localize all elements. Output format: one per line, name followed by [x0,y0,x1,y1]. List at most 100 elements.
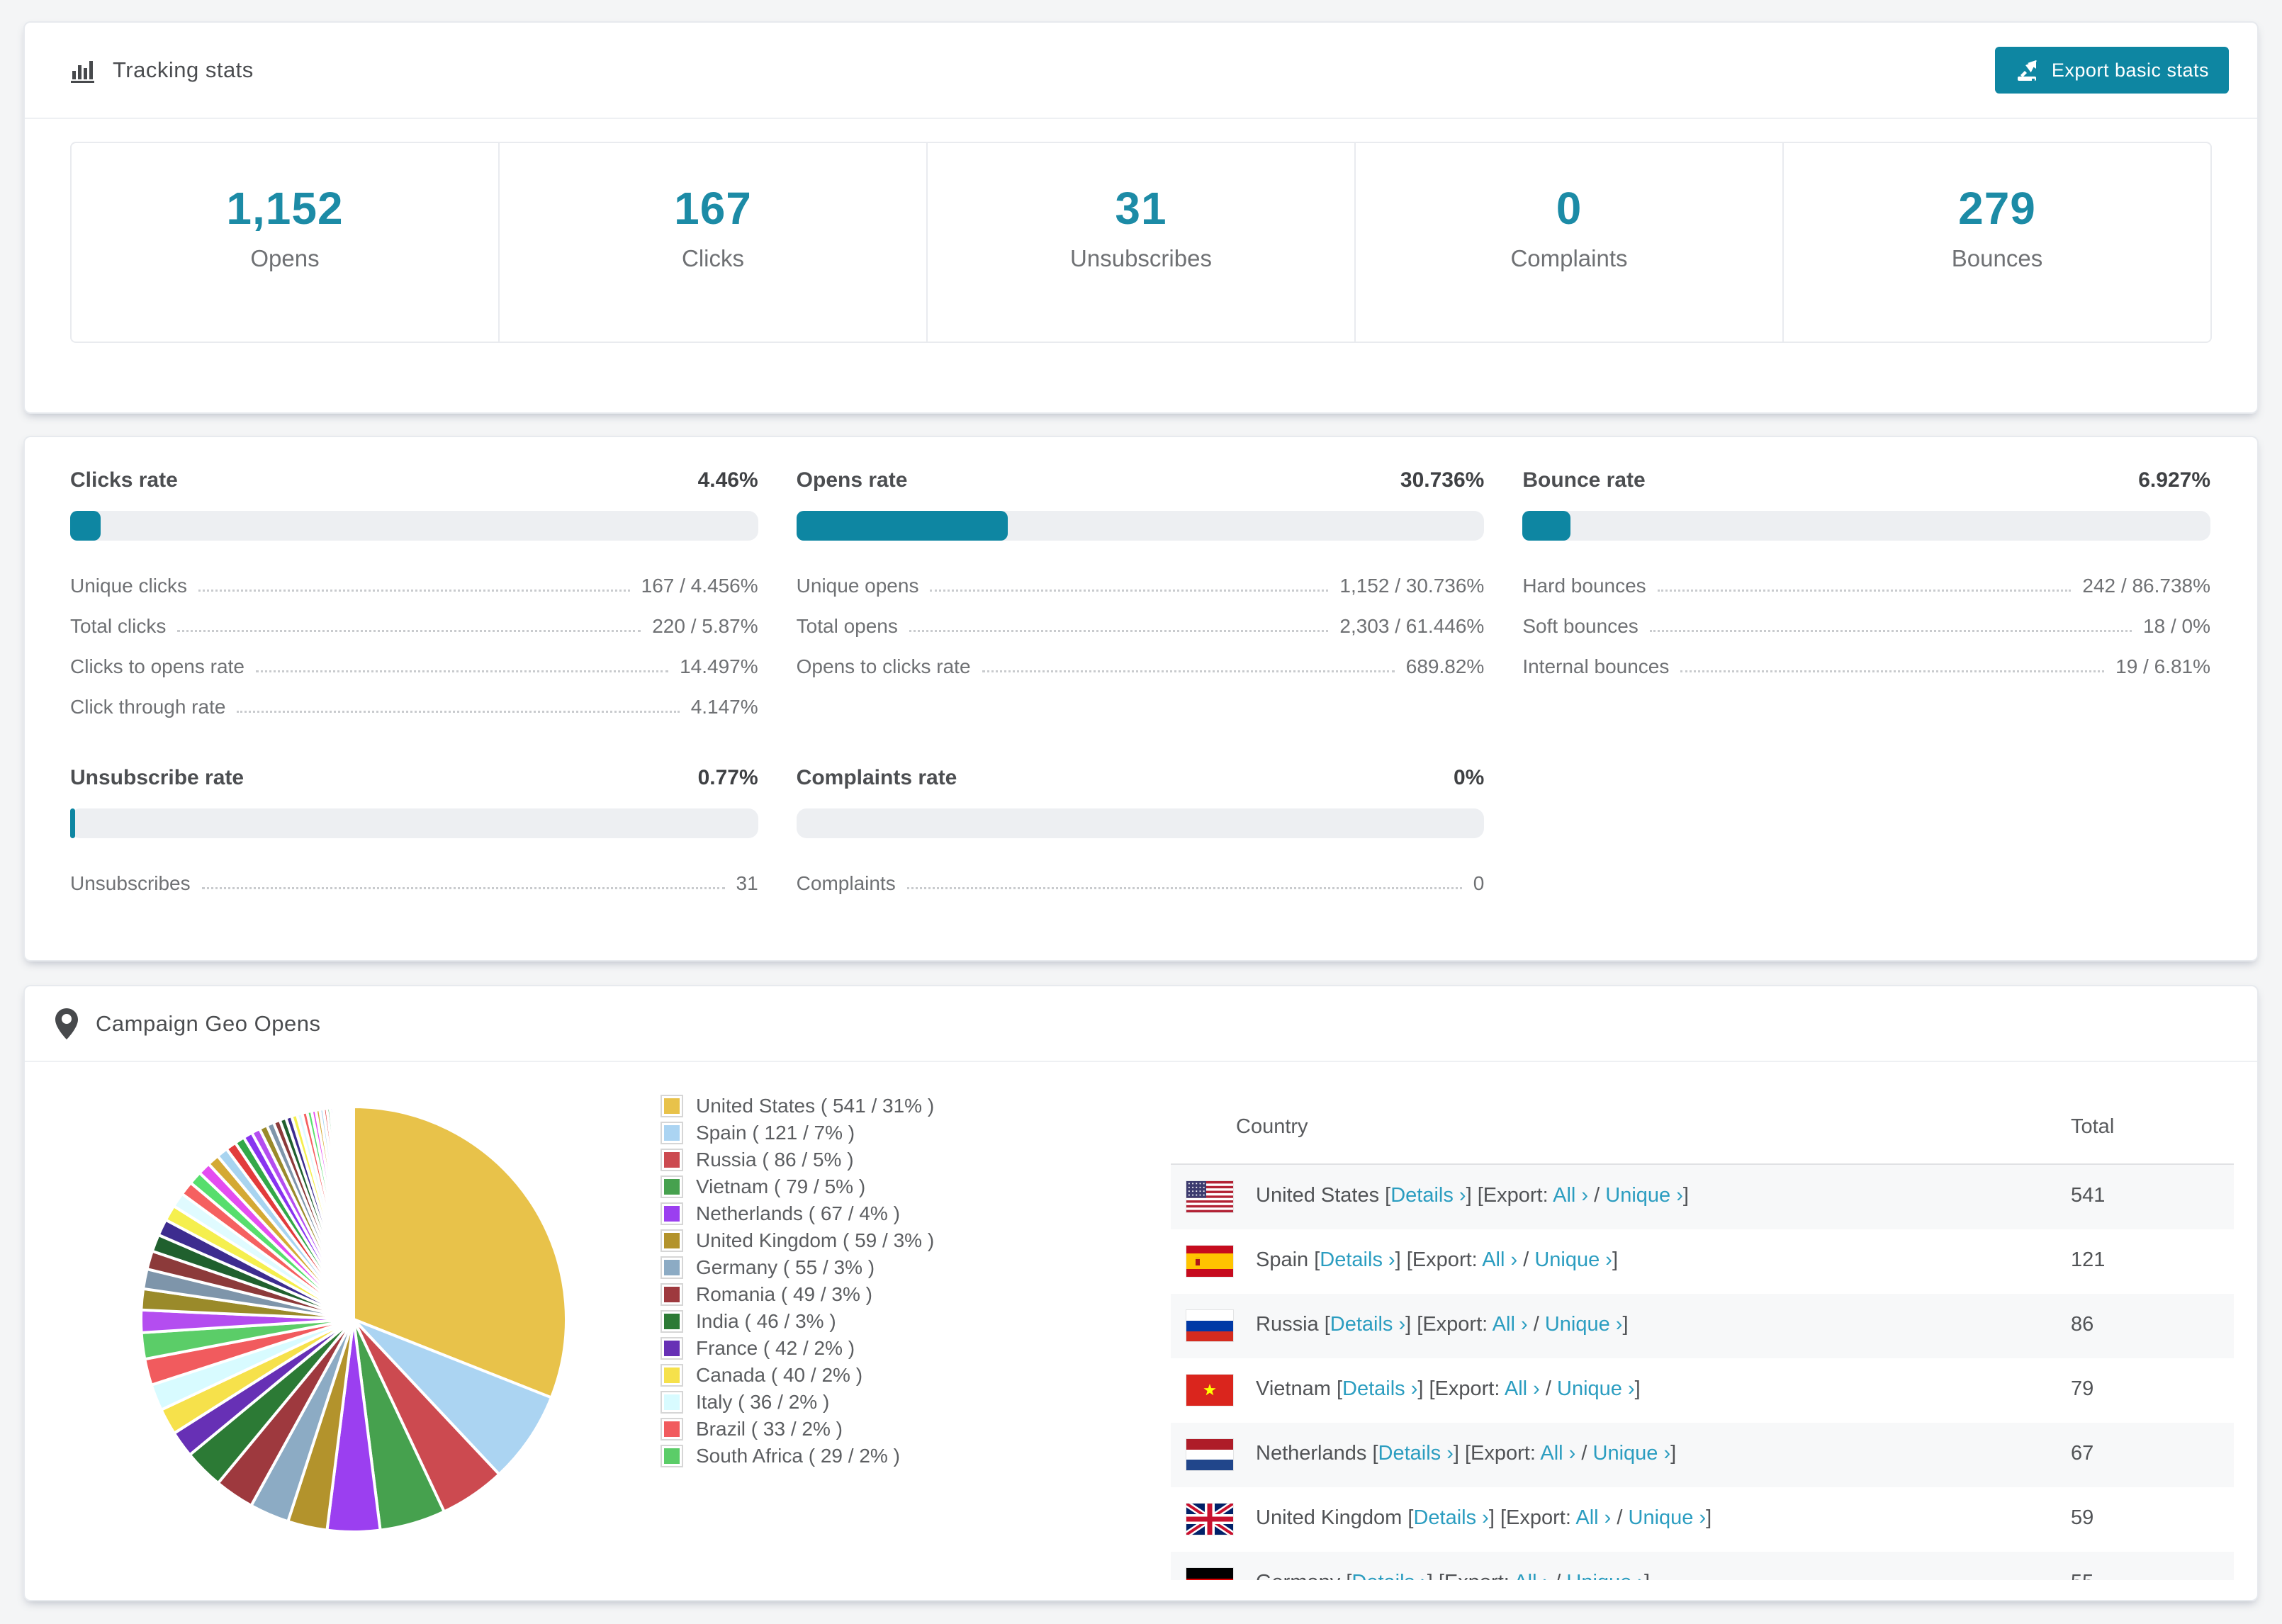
complaints-rate-value: 0% [1453,766,1485,789]
opens-rate-value: 30.736% [1400,468,1485,492]
dotted-leader [982,670,1395,672]
legend-item[interactable]: Spain ( 121 / 7% ) [661,1120,934,1146]
export-button-label: Export basic stats [2051,59,2209,81]
legend-item[interactable]: Canada ( 40 / 2% ) [661,1362,934,1389]
total-value: 541 [2071,1184,2106,1207]
export-all-link[interactable]: All › [1540,1442,1575,1465]
details-link[interactable]: Details › [1390,1184,1466,1207]
legend-swatch [661,1337,683,1360]
legend-swatch [661,1364,683,1387]
export-unique-link[interactable]: Unique › [1545,1313,1623,1336]
legend-item[interactable]: United Kingdom ( 59 / 3% ) [661,1227,934,1254]
export-all-link[interactable]: All › [1514,1571,1549,1580]
total-value: 86 [2071,1313,2094,1336]
export-all-link[interactable]: All › [1575,1506,1611,1529]
opens-rate-title: Opens rate [796,468,908,492]
details-link[interactable]: Details › [1320,1248,1395,1271]
list-item: Unique clicks 167 / 4.456% [70,575,758,597]
table-row: Spain [Details ›] [Export: All › / Uniqu… [1171,1229,2234,1294]
export-unique-link[interactable]: Unique › [1566,1571,1644,1580]
total-value: 79 [2071,1377,2094,1400]
complaints-label: Complaints [1510,245,1628,271]
export-all-link[interactable]: All › [1493,1313,1528,1336]
flag-vietnam-icon [1186,1375,1233,1406]
map-pin-icon [55,1008,79,1040]
dotted-leader [255,670,669,672]
table-row: Vietnam [Details ›] [Export: All › / Uni… [1171,1358,2234,1423]
list-item: Total clicks 220 / 5.87% [70,615,758,637]
complaints-rate-progressbar [796,808,1485,838]
legend-item[interactable]: India ( 46 / 3% ) [661,1308,934,1335]
total-value: 67 [2071,1442,2094,1465]
campaign-geo-opens-card: Campaign Geo Opens United States ( 541 /… [23,985,2259,1601]
export-all-link[interactable]: All › [1505,1377,1540,1400]
country-name: Netherlands [1256,1442,1367,1465]
geo-header: Campaign Geo Opens [25,986,2257,1062]
export-all-link[interactable]: All › [1553,1184,1588,1207]
legend-item[interactable]: France ( 42 / 2% ) [661,1335,934,1362]
legend-item[interactable]: South Africa ( 29 / 2% ) [661,1443,934,1470]
stat-complaints: 0 Complaints [1356,143,1784,342]
dotted-leader [930,590,1329,592]
bounces-label: Bounces [1951,245,2043,271]
details-link[interactable]: Details › [1413,1506,1488,1529]
geo-opens-pie-chart[interactable] [134,1100,573,1539]
legend-swatch [661,1391,683,1414]
complaints-count: 0 [1556,183,1583,234]
country-name: Vietnam [1256,1377,1331,1400]
clicks-count: 167 [674,183,752,234]
dotted-leader [906,887,1462,889]
legend-item[interactable]: United States ( 541 / 31% ) [661,1093,934,1120]
legend-swatch [661,1229,683,1252]
bounce-rate-block: Bounce rate 6.927% Hard bounces 242 / 86.… [1522,468,2210,719]
legend-item[interactable]: Netherlands ( 67 / 4% ) [661,1200,934,1227]
export-all-link[interactable]: All › [1482,1248,1517,1271]
legend-item[interactable]: Germany ( 55 / 3% ) [661,1254,934,1281]
details-link[interactable]: Details › [1330,1313,1405,1336]
total-value: 59 [2071,1506,2094,1529]
legend-swatch [661,1095,683,1117]
stat-opens: 1,152 Opens [72,143,500,342]
export-unique-link[interactable]: Unique › [1605,1184,1683,1207]
details-link[interactable]: Details › [1342,1377,1417,1400]
flag-germany-icon [1186,1568,1233,1580]
total-column-header: Total [2071,1115,2115,1138]
clicks-rate-value: 4.46% [697,468,758,492]
table-row: Netherlands [Details ›] [Export: All › /… [1171,1423,2234,1487]
country-name: Germany [1256,1571,1340,1580]
legend-item[interactable]: Vietnam ( 79 / 5% ) [661,1173,934,1200]
legend-swatch [661,1122,683,1144]
table-row: United Kingdom [Details ›] [Export: All … [1171,1487,2234,1552]
unsubscribes-count: 31 [1115,183,1167,234]
stat-clicks: 167 Clicks [500,143,928,342]
export-unique-link[interactable]: Unique › [1593,1442,1671,1465]
table-row: United States [Details ›] [Export: All ›… [1171,1165,2234,1229]
export-icon [2015,57,2040,83]
geo-title: Campaign Geo Opens [96,1010,321,1036]
clicks-rate-block: Clicks rate 4.46% Unique clicks 167 / 4.4… [70,468,758,719]
export-unique-link[interactable]: Unique › [1534,1248,1612,1271]
legend-swatch [661,1202,683,1225]
country-name: Russia [1256,1313,1319,1336]
complaints-rate-block: Complaints rate 0% Complaints 0 [796,766,1485,896]
complaints-rate-title: Complaints rate [796,766,957,789]
legend-swatch [661,1445,683,1467]
unsubscribes-label: Unsubscribes [1070,245,1212,271]
dotted-leader [177,630,641,632]
details-link[interactable]: Details › [1351,1571,1427,1580]
list-item: Internal bounces 19 / 6.81% [1522,655,2210,677]
legend-item[interactable]: Romania ( 49 / 3% ) [661,1281,934,1308]
country-name: Spain [1256,1248,1309,1271]
export-basic-stats-button[interactable]: Export basic stats [1994,47,2229,94]
legend-item[interactable]: Brazil ( 33 / 2% ) [661,1416,934,1443]
flag-spain-icon [1186,1246,1233,1277]
table-header-row: Country Total [1171,1093,2234,1165]
legend-item[interactable]: Italy ( 36 / 2% ) [661,1389,934,1416]
opens-rate-block: Opens rate 30.736% Unique opens 1,152 / 3… [796,468,1485,719]
export-unique-link[interactable]: Unique › [1557,1377,1635,1400]
export-unique-link[interactable]: Unique › [1629,1506,1707,1529]
details-link[interactable]: Details › [1378,1442,1454,1465]
table-row: Germany [Details ›] [Export: All › / Uni… [1171,1552,2234,1580]
legend-item[interactable]: Russia ( 86 / 5% ) [661,1146,934,1173]
opens-label: Opens [250,245,320,271]
